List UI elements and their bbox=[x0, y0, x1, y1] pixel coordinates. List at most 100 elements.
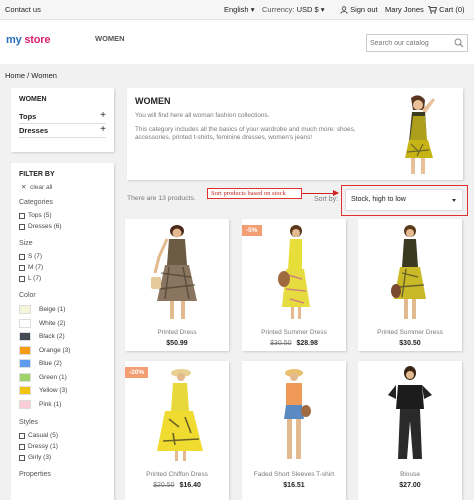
breadcrumb[interactable]: Home / Women bbox=[5, 71, 57, 80]
product-name[interactable]: Faded Short Sleeves T-shirt bbox=[242, 471, 346, 478]
product-card[interactable]: Printed Summer Dress $30.50 bbox=[358, 219, 462, 351]
color-swatch[interactable] bbox=[19, 372, 31, 382]
color-swatch[interactable] bbox=[19, 345, 31, 355]
filter-option-label: L (7) bbox=[28, 275, 42, 282]
checkbox[interactable] bbox=[19, 454, 25, 461]
filter-group-properties: Properties bbox=[19, 471, 51, 478]
filter-option-label: M (7) bbox=[28, 264, 44, 271]
color-option[interactable]: Black (2) bbox=[19, 330, 106, 344]
search-icon[interactable] bbox=[454, 38, 464, 48]
product-image[interactable] bbox=[358, 219, 462, 323]
price-row: $20.50 $16.40 bbox=[125, 482, 229, 489]
color-swatch[interactable] bbox=[19, 318, 31, 328]
product-name[interactable]: Printed Dress bbox=[125, 329, 229, 336]
color-option[interactable]: White (2) bbox=[19, 317, 106, 331]
chevron-down-icon: ▾ bbox=[250, 5, 255, 14]
currency-value: USD $ bbox=[296, 5, 319, 14]
price-row: $30.50 $28.98 bbox=[242, 340, 346, 347]
product-card[interactable]: Faded Short Sleeves T-shirt $16.51 bbox=[242, 361, 346, 500]
color-option[interactable]: Pink (1) bbox=[19, 398, 106, 412]
filter-option[interactable]: Dresses (6) bbox=[19, 221, 106, 232]
sign-out-label: Sign out bbox=[350, 5, 378, 14]
account-link[interactable]: Mary Jones bbox=[385, 5, 424, 14]
filter-option[interactable]: Tops (5) bbox=[19, 210, 106, 221]
product-image[interactable] bbox=[242, 361, 346, 465]
color-option[interactable]: Blue (2) bbox=[19, 357, 106, 371]
site-header: my store WOMEN bbox=[0, 20, 474, 64]
discount-badge: -20% bbox=[125, 367, 149, 378]
filter-option[interactable]: Casual (5) bbox=[19, 430, 106, 441]
clear-all-label: clear all bbox=[30, 184, 53, 191]
sort-selected-value: Stock, high to low bbox=[351, 196, 406, 203]
sign-out-link[interactable]: Sign out bbox=[340, 5, 378, 14]
product-name[interactable]: Blouse bbox=[358, 471, 462, 478]
category-item-dresses[interactable]: Dresses + bbox=[19, 124, 106, 138]
contact-us-link[interactable]: Contact us bbox=[5, 5, 41, 14]
category-tree: WOMEN Tops + Dresses + bbox=[11, 88, 114, 152]
regular-price: $20.50 bbox=[153, 482, 175, 489]
color-swatch[interactable] bbox=[19, 386, 31, 396]
category-item-tops[interactable]: Tops + bbox=[19, 110, 106, 124]
filter-group-color: Color bbox=[19, 292, 36, 299]
color-swatch[interactable] bbox=[19, 305, 31, 315]
filter-option[interactable]: M (7) bbox=[19, 262, 106, 273]
filter-panel: FILTER BY ✕ clear all Categories Tops (5… bbox=[11, 163, 114, 500]
nav-item-women[interactable]: WOMEN bbox=[95, 34, 125, 43]
checkbox[interactable] bbox=[19, 275, 25, 282]
color-option[interactable]: Orange (3) bbox=[19, 344, 106, 358]
product-name[interactable]: Printed Chiffon Dress bbox=[125, 471, 229, 478]
product-card[interactable]: -5% Printed Summer Dress $30.50 $28.98 bbox=[242, 219, 346, 351]
user-icon bbox=[340, 6, 348, 14]
color-swatch[interactable] bbox=[19, 359, 31, 369]
product-name[interactable]: Printed Summer Dress bbox=[358, 329, 462, 336]
product-image[interactable] bbox=[358, 361, 462, 465]
checkbox[interactable] bbox=[19, 253, 25, 260]
expand-icon[interactable]: + bbox=[100, 125, 106, 135]
sort-dropdown[interactable]: Stock, high to low bbox=[345, 189, 463, 211]
filter-option[interactable]: S (7) bbox=[19, 251, 106, 262]
color-option[interactable]: Yellow (3) bbox=[19, 384, 106, 398]
category-label: Dresses bbox=[19, 126, 49, 135]
clear-all-button[interactable]: ✕ clear all bbox=[21, 183, 106, 191]
logo-part-store: store bbox=[21, 34, 51, 46]
filter-option-label: Tops (5) bbox=[28, 212, 52, 219]
filter-option[interactable]: L (7) bbox=[19, 273, 106, 284]
search-input[interactable] bbox=[367, 35, 453, 51]
filter-option-label: Green (1) bbox=[39, 373, 67, 381]
product-name[interactable]: Printed Summer Dress bbox=[242, 329, 346, 336]
expand-icon[interactable]: + bbox=[100, 111, 106, 121]
product-price: $30.50 bbox=[399, 340, 421, 347]
currency-selector[interactable]: Currency: USD $ ▾ bbox=[262, 5, 325, 14]
checkbox[interactable] bbox=[19, 443, 25, 450]
language-selector[interactable]: English ▾ bbox=[224, 5, 254, 14]
product-card[interactable]: -20% Printed Chiffon Dress $20.50 $16.40 bbox=[125, 361, 229, 500]
product-card[interactable]: Printed Dress $50.99 bbox=[125, 219, 229, 351]
color-swatch[interactable] bbox=[19, 399, 31, 409]
product-price: $27.00 bbox=[399, 482, 421, 489]
color-option[interactable]: Green (1) bbox=[19, 371, 106, 385]
filter-option[interactable]: Girly (3) bbox=[19, 452, 106, 463]
category-description-intro: You will find here all woman fashion col… bbox=[135, 112, 270, 119]
category-tree-title[interactable]: WOMEN bbox=[19, 96, 106, 103]
checkbox[interactable] bbox=[19, 264, 25, 271]
category-label: Tops bbox=[19, 112, 37, 121]
category-description: This category includes all the basics of… bbox=[135, 126, 356, 141]
checkbox[interactable] bbox=[19, 212, 25, 219]
cart-icon bbox=[428, 6, 437, 14]
currency-label: Currency: bbox=[262, 5, 295, 14]
product-card[interactable]: Blouse $27.00 bbox=[358, 361, 462, 500]
store-logo[interactable]: my store bbox=[6, 34, 50, 46]
color-option[interactable]: Beige (1) bbox=[19, 303, 106, 317]
sort-by-label: Sort by: bbox=[314, 196, 339, 203]
color-swatch[interactable] bbox=[19, 332, 31, 342]
discount-badge: -5% bbox=[242, 225, 262, 236]
caret-down-icon bbox=[452, 199, 456, 202]
filter-option[interactable]: Dressy (1) bbox=[19, 441, 106, 452]
product-image[interactable] bbox=[125, 219, 229, 323]
filter-option-label: Dressy (1) bbox=[28, 443, 58, 450]
filter-option-label: Yellow (3) bbox=[39, 387, 68, 395]
logo-part-my: my bbox=[6, 34, 22, 46]
cart-link[interactable]: Cart (0) bbox=[428, 5, 465, 14]
checkbox[interactable] bbox=[19, 432, 25, 439]
checkbox[interactable] bbox=[19, 223, 25, 230]
